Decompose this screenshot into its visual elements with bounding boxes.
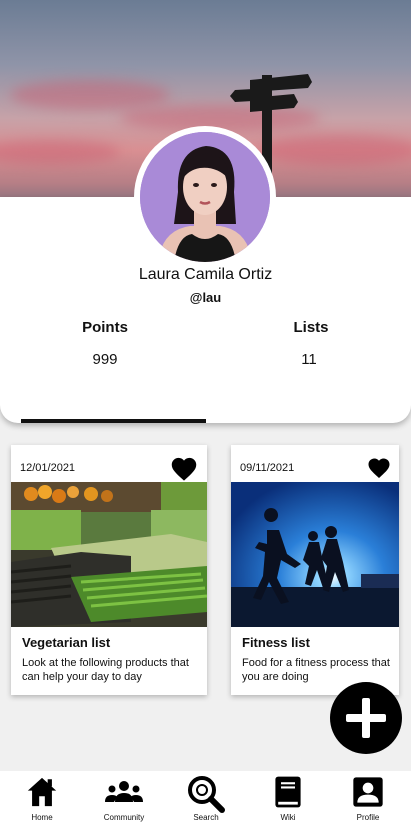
card-description: Look at the following products that can … [22,657,189,683]
card-date: 09/11/2021 [240,462,295,474]
card-title: Vegetarian list [22,635,111,650]
home-icon [27,777,57,807]
profile-icon [353,777,383,807]
bottom-nav: Home Community Search Wiki Profile [0,771,411,823]
book-icon [275,776,301,808]
profile-handle: @lau [189,290,222,305]
tab-indicator [21,419,206,423]
nav-item-profile[interactable]: Profile [327,771,409,823]
search-icon [188,776,225,813]
card-title: Fitness list [242,635,310,650]
nav-label: Search [193,813,219,822]
points-value: 999 [92,351,118,368]
nav-item-wiki[interactable]: Wiki [247,771,329,823]
points-label: Points [82,319,128,336]
nav-label: Wiki [280,813,296,822]
lists-label: Lists [293,319,329,336]
card-description: Food for a fitness process that you are … [242,657,390,683]
nav-label: Home [31,813,53,822]
list-card-fitness[interactable]: 09/11/2021 Fitness list Food for a fitne… [231,445,399,695]
nav-item-search[interactable]: Search [165,771,247,823]
nav-label: Profile [356,813,380,822]
list-card-vegetarian[interactable]: 12/01/2021 Vegetarian list Look at the f… [11,445,207,695]
lists-value: 11 [301,351,317,368]
nav-item-community[interactable]: Community [83,771,165,823]
heart-icon[interactable] [367,457,391,479]
card-date: 12/01/2021 [20,462,76,474]
profile-name: Laura Camila Ortiz [138,266,273,283]
community-icon [105,781,143,802]
add-list-button[interactable] [330,682,402,754]
runners-photo [231,482,399,627]
nav-item-home[interactable]: Home [1,771,83,823]
avatar[interactable] [134,126,276,268]
heart-icon[interactable] [170,456,198,482]
vegetables-photo [11,482,207,627]
avatar-image [140,132,270,262]
plus-icon [346,698,386,738]
nav-label: Community [103,813,145,822]
